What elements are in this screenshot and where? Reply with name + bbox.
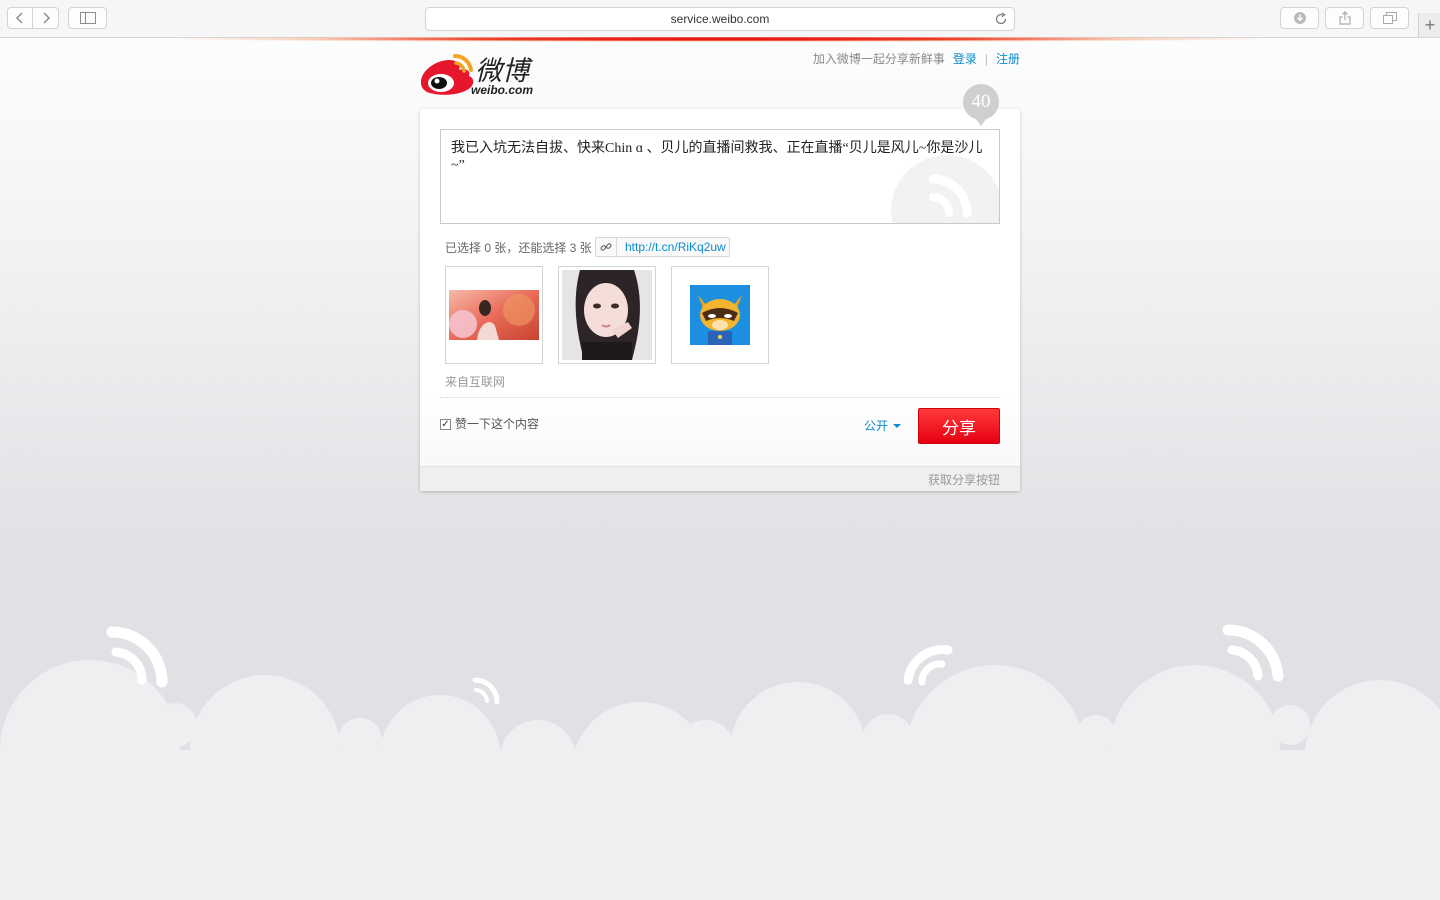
tabs-icon <box>1382 12 1397 24</box>
tab-overview-button[interactable] <box>1370 7 1409 29</box>
divider <box>440 397 1000 398</box>
sidebar-icon <box>79 12 96 24</box>
new-tab-button[interactable]: + <box>1418 13 1440 37</box>
header-links: 加入微博一起分享新鲜事 登录 | 注册 <box>813 50 1020 67</box>
caret-down-icon <box>893 424 902 428</box>
thumbnail-image-1 <box>449 290 539 340</box>
download-icon <box>1293 12 1306 24</box>
back-button[interactable] <box>7 7 33 29</box>
image-thumbnail-2[interactable] <box>558 266 656 364</box>
address-url: service.weibo.com <box>670 12 770 26</box>
short-link-box[interactable]: http://t.cn/RiKq2uw <box>595 237 730 257</box>
sidebar-toggle-button[interactable] <box>68 7 107 29</box>
logo-en-text: weibo.com <box>471 83 533 97</box>
short-url[interactable]: http://t.cn/RiKq2uw <box>617 240 726 254</box>
reload-icon[interactable] <box>993 11 1009 27</box>
register-link[interactable]: 注册 <box>996 50 1020 67</box>
like-checkbox[interactable]: ✓ <box>440 419 451 430</box>
like-option[interactable]: ✓ 赞一下这个内容 <box>440 415 539 432</box>
login-link[interactable]: 登录 <box>953 50 977 67</box>
tagline: 加入微博一起分享新鲜事 <box>812 52 945 66</box>
share-toolbar-button[interactable] <box>1325 7 1364 29</box>
share-button[interactable]: 分享 <box>918 408 1000 444</box>
link-icon <box>596 238 617 256</box>
forward-button[interactable] <box>33 7 59 29</box>
card-footer: 获取分享按钮 <box>420 466 1020 491</box>
source-label: 来自互联网 <box>445 375 506 389</box>
like-label: 赞一下这个内容 <box>455 417 540 431</box>
share-icon <box>1338 11 1351 25</box>
cloud-background <box>0 624 1440 900</box>
downloads-button[interactable] <box>1280 7 1319 29</box>
weibo-logo[interactable]: 微博 weibo.com <box>419 52 544 98</box>
link-separator: | <box>984 51 988 66</box>
checkmark-icon: ✓ <box>441 418 450 430</box>
weibo-eye-icon: 微博 weibo.com <box>421 53 533 97</box>
thumbnail-image-3 <box>690 285 750 345</box>
thumbnail-image-2 <box>562 270 652 360</box>
image-thumbnail-3[interactable] <box>671 266 769 364</box>
page-load-progress <box>0 37 1440 43</box>
address-bar[interactable]: service.weibo.com <box>425 7 1015 31</box>
visibility-label: 公开 <box>864 419 889 433</box>
get-share-button-link[interactable]: 获取分享按钮 <box>928 471 1000 488</box>
character-counter: 40 <box>963 84 999 126</box>
share-text: 我已入坑无法自拔、快来Chin ɑ 、贝儿的直播间救我、正在直播“贝儿是风儿~你… <box>451 141 983 173</box>
forward-icon <box>42 12 50 24</box>
share-text-input[interactable]: 我已入坑无法自拔、快来Chin ɑ 、贝儿的直播间救我、正在直播“贝儿是风儿~你… <box>440 129 1000 224</box>
back-icon <box>15 12 23 24</box>
plus-icon: + <box>1424 14 1436 35</box>
image-selection-info: 已选择 0 张，还能选择 3 张 <box>445 241 592 255</box>
image-thumbnail-1[interactable] <box>445 266 543 364</box>
browser-toolbar: service.weibo.com + <box>0 0 1440 38</box>
visibility-dropdown[interactable]: 公开 <box>864 417 902 434</box>
